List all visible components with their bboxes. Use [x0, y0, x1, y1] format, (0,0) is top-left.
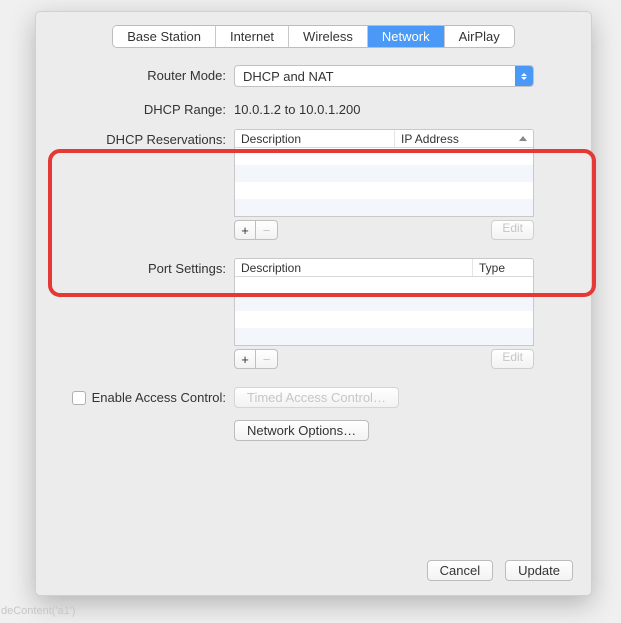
tab-internet[interactable]: Internet	[216, 26, 289, 47]
port-edit-button[interactable]: Edit	[491, 349, 534, 369]
router-mode-value: DHCP and NAT	[243, 69, 334, 84]
dhcp-range-label: DHCP Range:	[64, 99, 234, 117]
network-settings-window: Base Station Internet Wireless Network A…	[35, 11, 592, 596]
sort-caret-icon	[519, 136, 527, 141]
tab-bar: Base Station Internet Wireless Network A…	[36, 26, 591, 47]
network-options-button[interactable]: Network Options…	[234, 420, 369, 441]
port-col-type[interactable]: Type	[473, 259, 533, 276]
dhcp-table-body	[235, 148, 533, 216]
port-remove-button[interactable]: −	[256, 349, 278, 369]
dhcp-reservations-row: DHCP Reservations: Description IP Addres…	[64, 129, 563, 240]
tab-base-station[interactable]: Base Station	[113, 26, 216, 47]
dhcp-reservations-table[interactable]: Description IP Address	[234, 129, 534, 217]
table-row	[235, 148, 533, 165]
ghost-text: deContent('a1')	[1, 605, 76, 617]
table-row	[235, 328, 533, 345]
dhcp-col-ip[interactable]: IP Address	[395, 130, 533, 147]
dhcp-range-value: 10.0.1.2 to 10.0.1.200	[234, 99, 563, 117]
table-row	[235, 311, 533, 328]
dhcp-reservations-label: DHCP Reservations:	[64, 129, 234, 147]
tab-segmented-control: Base Station Internet Wireless Network A…	[113, 26, 514, 47]
router-mode-label: Router Mode:	[64, 65, 234, 83]
port-col-description[interactable]: Description	[235, 259, 473, 276]
tab-airplay[interactable]: AirPlay	[445, 26, 514, 47]
dhcp-remove-button[interactable]: −	[256, 220, 278, 240]
table-row	[235, 165, 533, 182]
table-row	[235, 277, 533, 294]
dhcp-add-button[interactable]: +	[234, 220, 256, 240]
network-options-row: Network Options…	[64, 420, 563, 441]
select-arrows-icon	[515, 66, 533, 86]
port-table-body	[235, 277, 533, 345]
dhcp-edit-button[interactable]: Edit	[491, 220, 534, 240]
dhcp-range-row: DHCP Range: 10.0.1.2 to 10.0.1.200	[64, 99, 563, 117]
access-control-checkbox[interactable]	[72, 391, 86, 405]
dhcp-col-description[interactable]: Description	[235, 130, 395, 147]
port-table-controls: + − Edit	[234, 349, 534, 369]
port-table-header: Description Type	[235, 259, 533, 277]
port-add-button[interactable]: +	[234, 349, 256, 369]
update-button[interactable]: Update	[505, 560, 573, 581]
cancel-button[interactable]: Cancel	[427, 560, 493, 581]
table-row	[235, 199, 533, 216]
router-mode-select[interactable]: DHCP and NAT	[234, 65, 534, 87]
port-settings-table[interactable]: Description Type	[234, 258, 534, 346]
table-row	[235, 294, 533, 311]
access-control-label: Enable Access Control:	[92, 390, 226, 405]
dhcp-col-ip-label: IP Address	[401, 132, 459, 146]
timed-access-control-button[interactable]: Timed Access Control…	[234, 387, 399, 408]
access-control-row: Enable Access Control: Timed Access Cont…	[64, 387, 563, 408]
dhcp-table-header: Description IP Address	[235, 130, 533, 148]
router-mode-row: Router Mode: DHCP and NAT	[64, 65, 563, 87]
dhcp-table-controls: + − Edit	[234, 220, 534, 240]
tab-wireless[interactable]: Wireless	[289, 26, 368, 47]
port-settings-label: Port Settings:	[64, 258, 234, 276]
port-settings-row: Port Settings: Description Type	[64, 258, 563, 369]
dialog-footer: Cancel Update	[427, 560, 573, 581]
tab-network[interactable]: Network	[368, 26, 445, 47]
table-row	[235, 182, 533, 199]
content-area: Router Mode: DHCP and NAT DHCP Range: 10…	[36, 47, 591, 441]
